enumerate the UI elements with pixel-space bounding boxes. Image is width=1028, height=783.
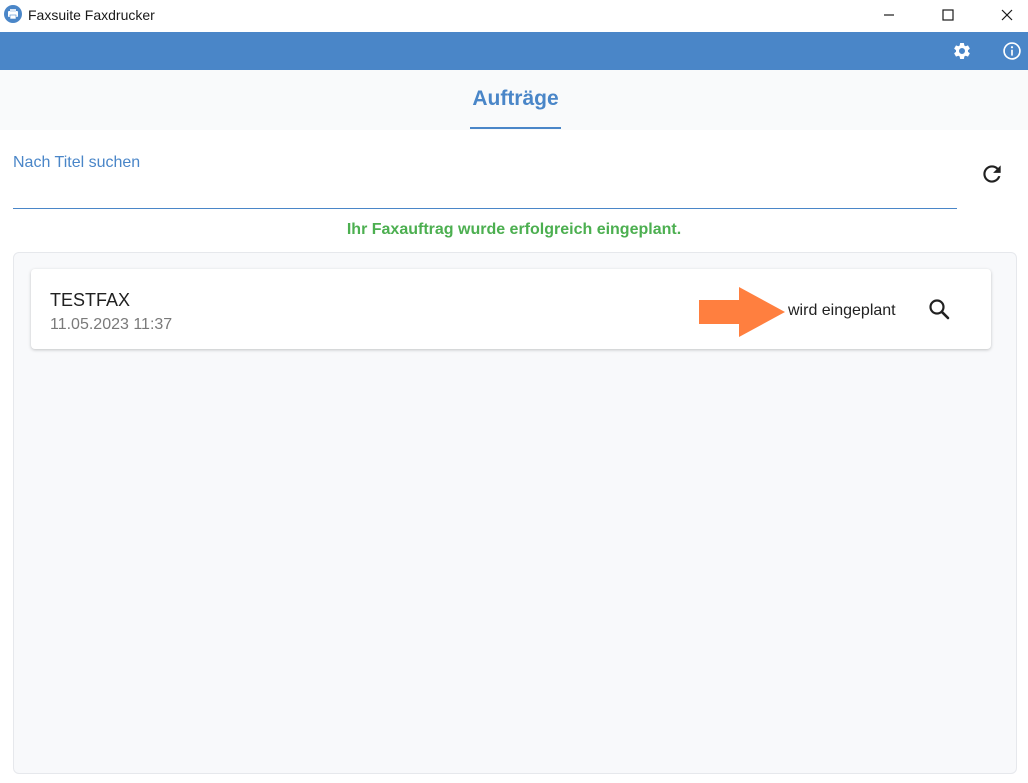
app-window: Faxsuite Faxdrucker Aufträge Nach Titel … [0,0,1028,783]
app-bar [0,32,1028,70]
info-button[interactable] [1001,40,1023,62]
refresh-button[interactable] [978,160,1006,188]
info-icon [1003,42,1021,60]
arrow-right-icon [699,287,785,337]
gear-icon [954,42,970,59]
job-date: 11.05.2023 11:37 [50,316,173,333]
maximize-button[interactable] [925,0,971,30]
search-icon [929,299,950,320]
maximize-icon [942,9,954,21]
search-input[interactable] [13,178,957,206]
tab-label: Aufträge [472,87,559,110]
job-title: TESTFAX [50,290,131,310]
view-job-button[interactable] [924,294,954,324]
fax-app-icon [4,5,22,23]
tab-active-indicator [470,127,561,129]
title-bar: Faxsuite Faxdrucker [0,0,1028,32]
job-list: TESTFAX 11.05.2023 11:37 wird eingeplant [13,252,1017,774]
search-label: Nach Titel suchen [13,154,141,171]
minimize-button[interactable] [866,0,912,30]
settings-button[interactable] [951,40,973,62]
success-message: Ihr Faxauftrag wurde erfolgreich eingepl… [346,221,682,238]
tab-auftraege[interactable]: Aufträge [470,70,561,130]
minimize-icon [884,14,894,16]
close-icon [1001,9,1013,21]
close-button[interactable] [984,0,1028,30]
tab-strip: Aufträge [0,70,1028,130]
search-field[interactable]: Nach Titel suchen [13,148,957,209]
refresh-icon [983,165,1001,183]
job-status: wird eingeplant [788,302,896,319]
window-title: Faxsuite Faxdrucker [28,7,155,23]
list-item[interactable]: TESTFAX 11.05.2023 11:37 wird eingeplant [31,269,991,349]
